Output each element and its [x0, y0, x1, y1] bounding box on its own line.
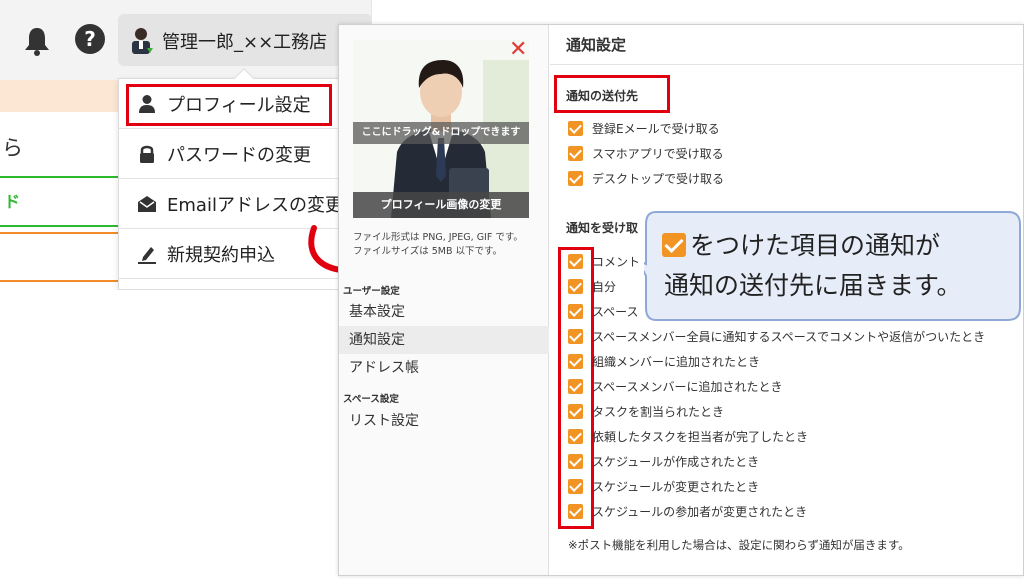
page-title: 通知設定 [550, 25, 1023, 65]
change-profile-image-button[interactable]: プロフィール画像の変更 [353, 192, 529, 218]
pen-signature-icon [138, 247, 156, 264]
lock-icon [140, 145, 154, 163]
nav-item-notification-settings[interactable]: 通知設定 [339, 326, 549, 354]
checkbox-checked-icon[interactable] [568, 479, 583, 494]
checkbox-checked-icon[interactable] [568, 429, 583, 444]
checkbox-checked-icon[interactable] [568, 404, 583, 419]
checkbox-checked-icon[interactable] [568, 454, 583, 469]
background-text: ら [2, 136, 23, 160]
checkbox-label: スペース [592, 305, 639, 319]
receive-group-title: 通知を受け取 [566, 221, 639, 235]
settings-sidebar: ここにドラッグ&ドロップできます プロフィール画像の変更 ✕ ファイル形式は P… [339, 25, 549, 575]
nav-item-basic-settings[interactable]: 基本設定 [339, 298, 549, 326]
checkbox-label: タスクを割当られたとき [592, 405, 725, 419]
close-icon[interactable]: ✕ [509, 37, 527, 62]
file-size-note: ファイルサイズは 5MB 以下です。 [353, 246, 503, 257]
avatar [132, 28, 153, 54]
divider [0, 280, 130, 282]
checkbox-checked-icon[interactable] [568, 329, 583, 344]
checkbox-label: スペースメンバーに追加されたとき [592, 380, 783, 394]
divider [0, 232, 130, 234]
checkbox-label: スケジュールの参加者が変更されたとき [592, 505, 808, 519]
file-format-note: ファイル形式は PNG, JPEG, GIF です。 [353, 232, 523, 243]
checkbox-checked-icon[interactable] [568, 171, 583, 186]
checkbox-label: デスクトップで受け取る [592, 172, 725, 186]
checkbox-checked-icon[interactable] [568, 279, 583, 294]
nav-item-address-book[interactable]: アドレス帳 [339, 354, 549, 382]
callout-text: をつけた項目の通知が [690, 231, 941, 260]
menu-item-label: パスワードの変更 [167, 145, 311, 166]
checkbox-label: 自分 [592, 280, 617, 294]
checkbox-checked-icon[interactable] [568, 354, 583, 369]
menu-item-label: 新規契約申込 [167, 245, 275, 266]
checkbox-checked-icon [662, 233, 686, 257]
user-name: 管理一郎_××工務店 [162, 32, 328, 53]
drop-hint: ここにドラッグ&ドロップできます [353, 122, 529, 144]
checkbox-checked-icon[interactable] [568, 146, 583, 161]
checkbox-label: 依頼したタスクを担当者が完了したとき [592, 430, 809, 444]
footnote: ※ポスト機能を利用した場合は、設定に関わらず通知が届きます。 [568, 538, 910, 552]
section-heading-space: スペース設定 [343, 394, 399, 405]
menu-item-label: Emailアドレスの変更 [167, 195, 343, 216]
checkbox-checked-icon[interactable] [568, 121, 583, 136]
section-heading-user: ユーザー設定 [343, 286, 400, 297]
checkbox-label: コメント [592, 255, 641, 269]
divider [0, 225, 130, 227]
user-menu-button[interactable]: 管理一郎_××工務店 [118, 14, 371, 66]
menu-item-change-password[interactable]: パスワードの変更 [119, 129, 371, 179]
help-icon[interactable]: ? [75, 24, 105, 54]
checkbox-checked-icon[interactable] [568, 254, 583, 269]
nav-item-list-settings[interactable]: リスト設定 [339, 407, 549, 435]
checkbox-label: スマホアプリで受け取る [592, 147, 724, 161]
checkbox-label: スケジュールが変更されたとき [592, 480, 760, 494]
checkbox-checked-icon[interactable] [568, 304, 583, 319]
highlight-box [126, 84, 332, 126]
checkbox-label: 登録Eメールで受け取る [592, 122, 720, 136]
callout-line-2: 通知の送付先に届きます。 [664, 271, 962, 300]
bell-icon[interactable] [22, 25, 52, 57]
top-bar: ? 管理一郎_××工務店 [0, 0, 371, 80]
profile-photo-dropzone[interactable]: ここにドラッグ&ドロップできます プロフィール画像の変更 [353, 40, 529, 218]
highlight-box [554, 75, 670, 113]
callout-line-1: をつけた項目の通知が [662, 226, 940, 262]
menu-item-profile-settings[interactable]: プロフィール設定 [119, 79, 371, 129]
background-green-label: ド [4, 192, 21, 211]
checkbox-label: 組織メンバーに追加されたとき [592, 355, 761, 369]
checkbox-checked-icon[interactable] [568, 504, 583, 519]
checkbox-checked-icon[interactable] [568, 379, 583, 394]
divider [0, 176, 130, 178]
checkbox-label: スペースメンバー全員に通知するスペースでコメントや返信がついたとき [592, 330, 986, 344]
checkbox-label: スケジュールが作成されたとき [592, 455, 760, 469]
envelope-icon [138, 196, 156, 212]
